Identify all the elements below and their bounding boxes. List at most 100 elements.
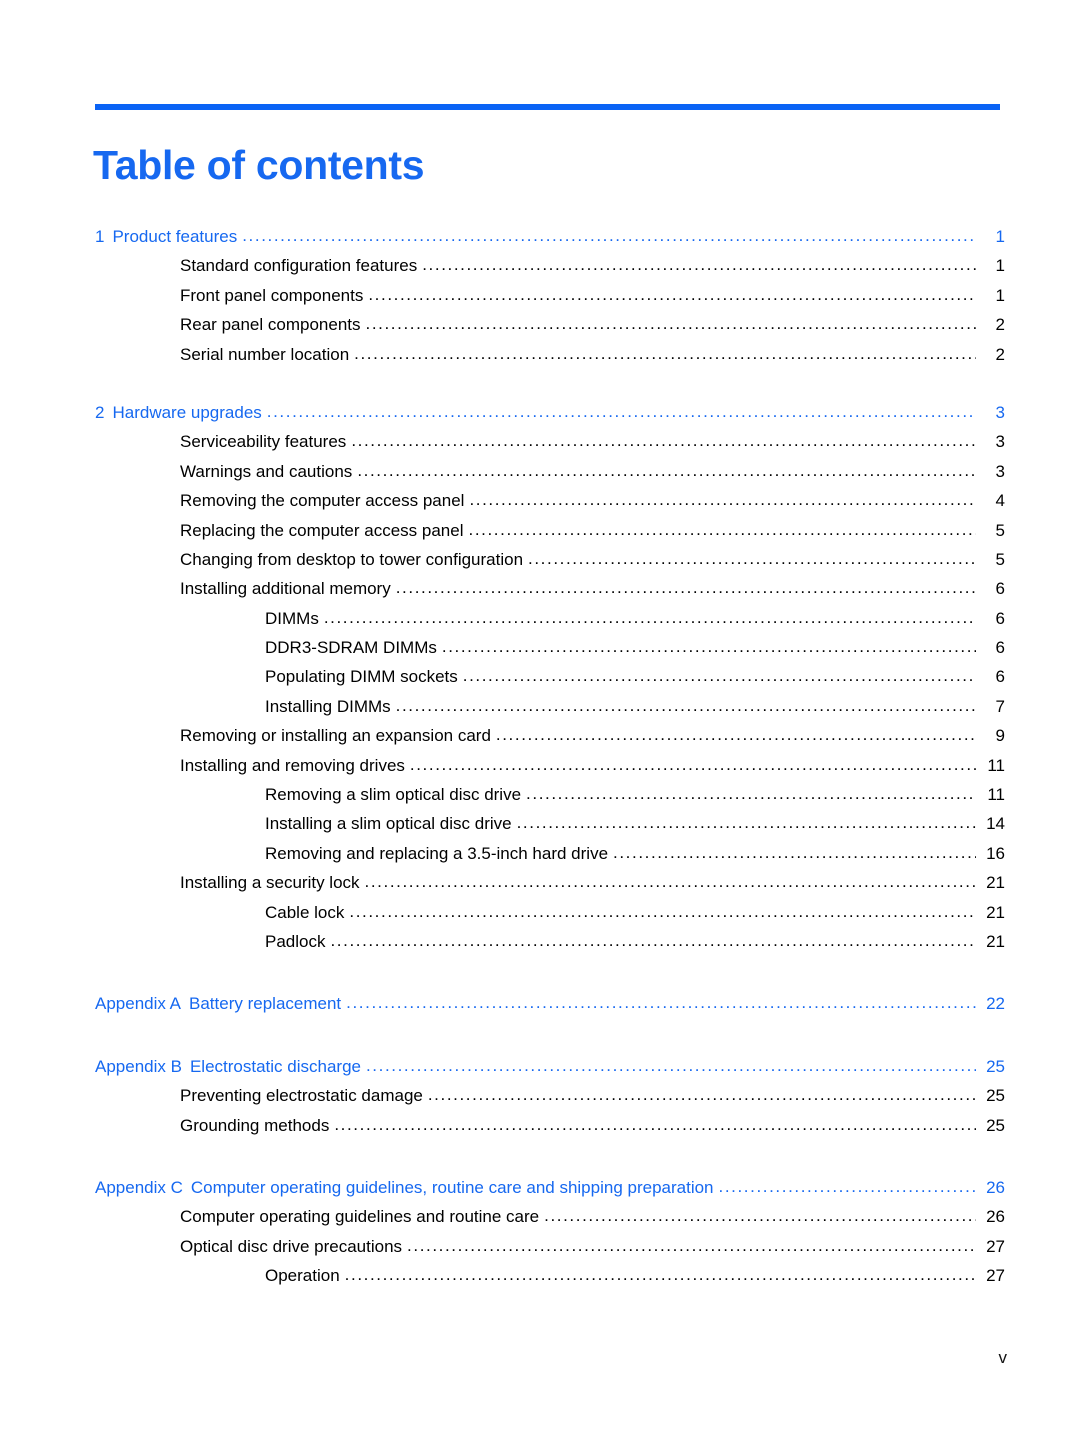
toc-entry-page-number: 3 — [995, 461, 1005, 481]
toc-entry-number: 2 — [95, 402, 105, 422]
toc-entry-label: Replacing the computer access panel — [180, 520, 464, 540]
toc-entry-level-2[interactable]: Removing the computer access panel......… — [95, 491, 1005, 521]
toc-leader-dots: ........................................… — [344, 1266, 976, 1284]
toc-entry-level-3[interactable]: Installing DIMMs........................… — [95, 696, 1005, 727]
toc-leader-dots: ........................................… — [364, 873, 976, 891]
toc-entry-number: Appendix A — [95, 994, 182, 1014]
toc-entry-page-number: 27 — [986, 1236, 1005, 1256]
toc-entry-label: Installing DIMMs — [265, 696, 391, 716]
toc-entry-level-1[interactable]: 1 Product features.......................… — [95, 227, 1005, 257]
toc-entry-level-1[interactable]: Appendix C Computer operating guidelines,… — [95, 1177, 1005, 1208]
toc-entry-page-number: 26 — [986, 1177, 1005, 1197]
toc-entry-level-2[interactable]: Installing a security lock..............… — [95, 873, 1005, 903]
toc-entry-level-2[interactable]: Rear panel components...................… — [95, 315, 1005, 345]
toc-entry-level-3[interactable]: Padlock.................................… — [95, 931, 1005, 962]
toc-entry-label: Removing or installing an expansion card — [180, 726, 491, 746]
toc-entry-page-number: 25 — [986, 1086, 1005, 1106]
toc-leader-dots: ........................................… — [613, 843, 976, 861]
toc-entry-level-3[interactable]: Operation...............................… — [95, 1266, 1005, 1296]
toc-entry-page-number: 21 — [986, 931, 1005, 951]
toc-entry-level-2[interactable]: Grounding methods.......................… — [95, 1115, 1005, 1146]
toc-entry-level-2[interactable]: Computer operating guidelines and routin… — [95, 1207, 1005, 1237]
toc-entry-level-3[interactable]: Removing and replacing a 3.5-inch hard d… — [95, 843, 1005, 874]
toc-entry-level-2[interactable]: Removing or installing an expansion card… — [95, 726, 1005, 756]
toc-entry-page-number: 6 — [995, 579, 1005, 599]
toc-leader-dots: ........................................… — [242, 227, 976, 244]
toc-entry-level-3[interactable]: Populating DIMM sockets.................… — [95, 667, 1005, 697]
toc-entry-level-2[interactable]: Preventing electrostatic damage.........… — [95, 1086, 1005, 1116]
toc-entry-level-1[interactable]: 2 Hardware upgrades......................… — [95, 402, 1005, 433]
toc-entry-page-number: 3 — [995, 402, 1005, 422]
toc-entry-page-number: 6 — [995, 638, 1005, 658]
toc-entry-label: Removing the computer access panel — [180, 491, 465, 511]
toc-entry-label: Operation — [265, 1266, 340, 1286]
toc-leader-dots: ........................................… — [368, 285, 976, 303]
toc-entry-page-number: 6 — [995, 608, 1005, 628]
toc-entry-label: Appendix A Battery replacement — [95, 994, 342, 1014]
toc-entry-label: Cable lock — [265, 902, 345, 922]
toc-entry-level-2[interactable]: Warnings and cautions...................… — [95, 461, 1005, 492]
toc-entry-label: Preventing electrostatic damage — [180, 1086, 423, 1106]
toc-entry-page-number: 4 — [995, 491, 1005, 511]
toc-leader-dots: ........................................… — [441, 638, 976, 656]
toc-entry-level-2[interactable]: Serial number location..................… — [95, 344, 1005, 375]
toc-entry-level-3[interactable]: Installing a slim optical disc drive....… — [95, 814, 1005, 844]
toc-entry-level-2[interactable]: Standard configuration features.........… — [95, 256, 1005, 286]
toc-entry-level-3[interactable]: Removing a slim optical disc drive......… — [95, 785, 1005, 815]
toc-entry-level-2[interactable]: Changing from desktop to tower configura… — [95, 549, 1005, 580]
toc-entry-page-number: 2 — [995, 344, 1005, 364]
toc-entry-level-2[interactable]: Installing and removing drives..........… — [95, 756, 1005, 786]
toc-entry-level-2[interactable]: Installing additional memory............… — [95, 579, 1005, 609]
toc-entry-level-2[interactable]: Front panel components..................… — [95, 285, 1005, 316]
toc-leader-dots: ........................................… — [427, 1086, 976, 1104]
toc-entry-level-3[interactable]: DDR3-SDRAM DIMMs........................… — [95, 638, 1005, 668]
toc-entry-label: 1 Product features — [95, 227, 238, 246]
toc-entry-label: Front panel components — [180, 285, 364, 305]
toc-leader-dots: ........................................… — [365, 1056, 976, 1074]
toc-entry-page-number: 6 — [995, 667, 1005, 687]
toc-entry-label: DIMMs — [265, 608, 319, 628]
toc-entry-page-number: 1 — [995, 227, 1005, 246]
toc-entry-level-1[interactable]: Appendix B Electrostatic discharge.......… — [95, 1056, 1005, 1087]
toc-entry-label: Appendix C Computer operating guidelines,… — [95, 1177, 714, 1197]
toc-entry-label: Grounding methods — [180, 1115, 330, 1135]
toc-entry-page-number: 11 — [987, 785, 1005, 805]
toc-entry-page-number: 21 — [986, 902, 1005, 922]
toc-entry-number: 1 — [95, 227, 105, 246]
toc-entry-page-number: 25 — [986, 1056, 1005, 1076]
toc-leader-dots: ........................................… — [334, 1115, 976, 1133]
toc-leader-dots: ........................................… — [462, 667, 976, 685]
toc-entry-page-number: 1 — [995, 285, 1005, 305]
toc-leader-dots: ........................................… — [346, 994, 976, 1012]
toc-entry-label: Removing and replacing a 3.5-inch hard d… — [265, 843, 609, 863]
toc-entry-page-number: 1 — [995, 256, 1005, 276]
toc-entry-page-number: 2 — [995, 315, 1005, 335]
toc-entry-level-3[interactable]: Cable lock..............................… — [95, 902, 1005, 933]
toc-entry-page-number: 9 — [995, 726, 1005, 746]
toc-entry-label: Populating DIMM sockets — [265, 667, 458, 687]
toc-leader-dots: ........................................… — [365, 315, 976, 333]
toc-leader-dots: ........................................… — [395, 579, 976, 597]
toc-entry-level-2[interactable]: Replacing the computer access panel.....… — [95, 520, 1005, 551]
toc-entry-label: Optical disc drive precautions — [180, 1236, 403, 1256]
toc-entry-label: Installing a security lock — [180, 873, 360, 893]
toc-entry-page-number: 25 — [986, 1115, 1005, 1135]
toc-entry-level-1[interactable]: Appendix A Battery replacement...........… — [95, 994, 1005, 1024]
toc-leader-dots: ........................................… — [718, 1177, 976, 1195]
toc-leader-dots: ........................................… — [495, 726, 976, 744]
toc-entry-label: DDR3-SDRAM DIMMs — [265, 638, 437, 658]
toc-leader-dots: ........................................… — [266, 402, 976, 420]
toc-entry-page-number: 14 — [986, 814, 1005, 834]
toc-entry-page-number: 3 — [995, 432, 1005, 452]
toc-entry-level-2[interactable]: Serviceability features.................… — [95, 432, 1005, 462]
toc-entry-page-number: 5 — [995, 549, 1005, 569]
toc-leader-dots: ........................................… — [354, 344, 976, 362]
toc-entry-level-3[interactable]: DIMMs...................................… — [95, 608, 1005, 639]
toc-leader-dots: ........................................… — [349, 902, 976, 920]
toc-entry-level-2[interactable]: Optical disc drive precautions..........… — [95, 1236, 1005, 1267]
title-rule-divider — [95, 104, 1000, 110]
toc-entry-page-number: 7 — [995, 696, 1005, 716]
